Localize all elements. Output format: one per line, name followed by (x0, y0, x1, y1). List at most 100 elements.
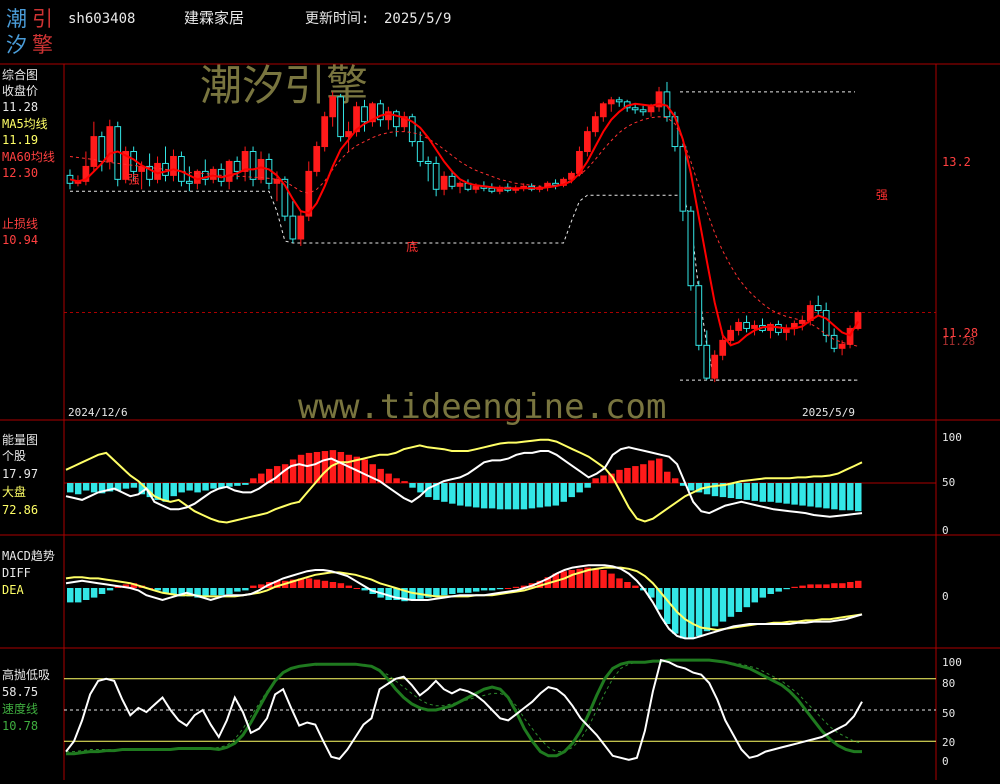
macd-bar (313, 579, 321, 588)
speed-value: 10.78 (2, 719, 38, 733)
price-panel-title: 综合图 (2, 67, 38, 82)
macd-bar (305, 578, 313, 588)
macd-bar (703, 588, 711, 632)
candle-body (432, 162, 440, 190)
macd-bar (472, 588, 480, 592)
candle-body (424, 160, 432, 164)
energy-bar (258, 473, 265, 483)
energy-bar (504, 483, 512, 510)
energy-bar (305, 452, 313, 483)
candle-body (703, 344, 711, 379)
energy-bar (250, 478, 257, 483)
candle-body (289, 215, 297, 240)
energy-bar (600, 475, 607, 483)
candle-body (615, 99, 623, 103)
macd-bar (202, 588, 209, 597)
energy-bar (560, 483, 567, 502)
stop-line (70, 190, 858, 381)
macd-bar (449, 588, 456, 594)
candle-body (313, 146, 321, 172)
macd-bar (329, 582, 337, 588)
ma5-value: 11.19 (2, 133, 38, 147)
macd-bar (210, 588, 217, 596)
candle-body (719, 339, 727, 356)
macd-bar (727, 588, 735, 617)
macd-bar (823, 584, 830, 588)
energy-bar (488, 483, 496, 509)
energy-bar (847, 483, 854, 511)
macd-bar (457, 588, 464, 593)
gaopao-tick-100: 100 (942, 656, 962, 669)
macd-bar (664, 588, 671, 624)
energy-bar (536, 483, 544, 508)
energy-bar (234, 483, 241, 486)
candle-body (233, 160, 241, 172)
energy-bar (544, 483, 552, 507)
macd-bar (751, 588, 759, 603)
energy-stock-line (65, 446, 863, 518)
energy-bar (82, 483, 90, 491)
candle-body (448, 175, 456, 187)
energy-market-value: 72.86 (2, 503, 38, 517)
candle-body (838, 343, 846, 349)
macd-bar (815, 584, 822, 588)
chart-stage: 潮 引 汐 擎 sh603408 建霖家居 更新时间: 2025/5/9 潮汐引… (0, 0, 1000, 780)
ma60-line (69, 116, 859, 347)
macd-bar (695, 588, 703, 636)
candle-body (249, 151, 257, 180)
macd-bar (711, 588, 719, 627)
candle-body (178, 155, 185, 182)
price-tick-13-2: 13.2 (942, 155, 971, 169)
energy-bar (345, 454, 353, 483)
candle-body (329, 96, 337, 118)
macd-bar (735, 588, 743, 612)
logo-char-3: 汐 (6, 33, 27, 57)
macd-bar (791, 586, 798, 588)
macd-bar (847, 582, 854, 588)
macd-bar (719, 588, 727, 622)
macd-bar (234, 588, 241, 592)
candle-body (90, 136, 98, 167)
candle-body (456, 182, 464, 187)
update-date: 2025/5/9 (384, 11, 451, 27)
gaopao-panel-title: 高抛低吸 (2, 667, 50, 682)
macd-bar (799, 585, 806, 588)
energy-bar (194, 483, 201, 493)
candle-body (440, 175, 448, 190)
stop-label: 止损线 (2, 217, 38, 231)
energy-bar (162, 483, 169, 502)
macd-bar (218, 588, 225, 596)
tide-engine-chart: 潮 引 汐 擎 sh603408 建霖家居 更新时间: 2025/5/9 潮汐引… (0, 7, 1000, 780)
macd-bar (465, 588, 472, 593)
candle-body (639, 109, 647, 113)
energy-bar (321, 451, 329, 483)
macd-bar (106, 588, 114, 591)
candle-body (830, 334, 838, 349)
ma60-value: 12.30 (2, 166, 38, 180)
macd-bar (90, 588, 98, 598)
gaopao-plot (64, 658, 936, 761)
energy-bar (170, 483, 177, 497)
energy-bar (807, 483, 814, 507)
header: 潮 引 汐 擎 sh603408 建霖家居 更新时间: 2025/5/9 (6, 7, 451, 57)
speed-dashed-line (66, 659, 863, 753)
stock-name: 建霖家居 (184, 9, 244, 27)
candle-body (297, 215, 305, 240)
energy-bar (385, 473, 392, 483)
energy-bar (401, 481, 408, 483)
price-annotation-1: 强 (128, 172, 140, 186)
candle-body (488, 187, 496, 192)
macd-bar (250, 585, 257, 588)
ma5-label: MA5均线 (2, 117, 48, 131)
macd-bar (488, 588, 496, 591)
candle-body (392, 111, 400, 128)
energy-bar (130, 483, 138, 488)
candle-body (822, 310, 830, 336)
dea-label: DEA (2, 583, 24, 597)
macd-bar (743, 588, 751, 608)
energy-bar (496, 483, 504, 510)
energy-bar (831, 483, 838, 510)
energy-bar (449, 483, 456, 504)
macd-bar (831, 583, 838, 588)
candle-body (711, 354, 719, 379)
